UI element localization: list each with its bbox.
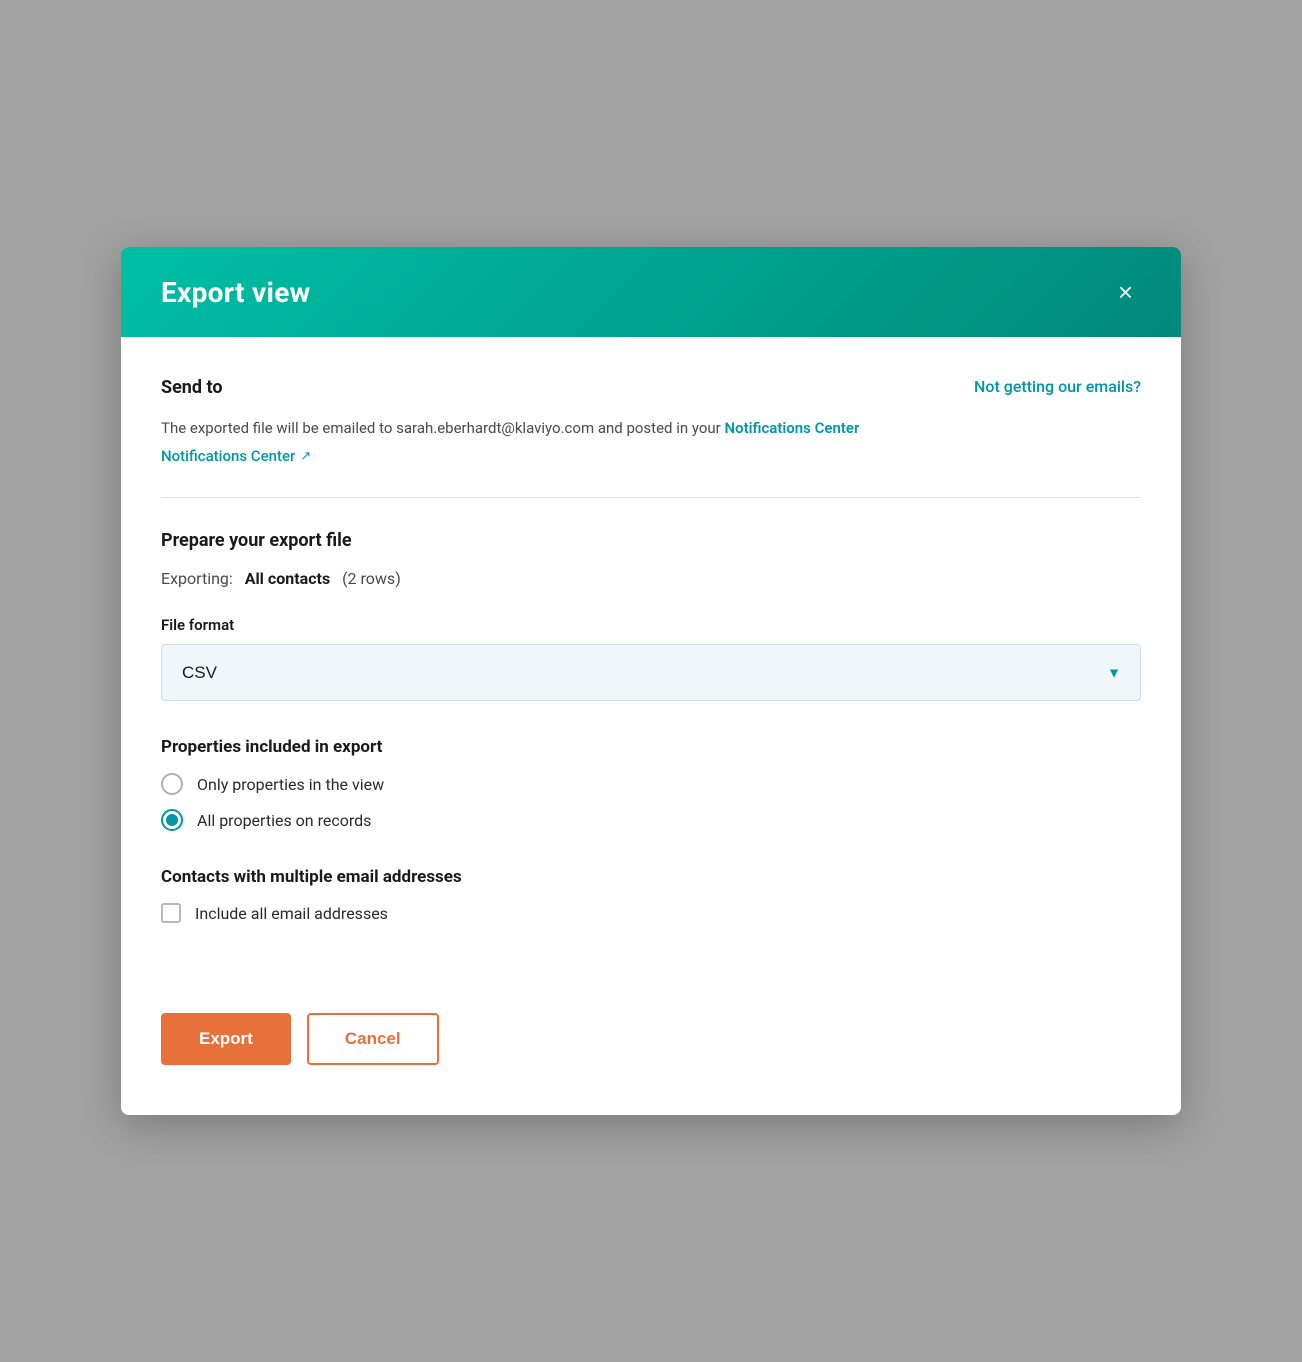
not-getting-emails-link[interactable]: Not getting our emails? [974,377,1141,396]
close-button[interactable]: × [1110,275,1141,309]
radio-group: Only properties in the view All properti… [161,773,1141,831]
email-description: The exported file will be emailed to sar… [161,416,1141,440]
radio-input-view-only[interactable] [161,773,183,795]
send-to-label: Send to [161,377,223,398]
notifications-center-link[interactable]: Notifications Center ↗ [161,447,311,465]
send-to-row: Send to Not getting our emails? [161,377,1141,398]
notifications-center-inline-link[interactable]: Notifications Center [724,419,859,437]
include-all-emails-checkbox[interactable] [161,903,181,923]
include-all-emails-checkbox-item[interactable]: Include all email addresses [161,903,1141,923]
description-text-before: The exported file will be emailed to sar… [161,419,724,437]
cancel-button[interactable]: Cancel [307,1013,439,1065]
multiple-email-label: Contacts with multiple email addresses [161,867,1141,887]
notifications-center-link-text: Notifications Center [161,447,295,465]
exporting-label: Exporting: [161,569,233,588]
export-button[interactable]: Export [161,1013,291,1065]
modal-body: Send to Not getting our emails? The expo… [121,337,1181,1013]
modal-title: Export view [161,276,311,309]
modal-footer: Export Cancel [121,1013,1181,1115]
file-format-select[interactable]: CSV Excel (XLSX) [161,644,1141,701]
radio-dot [166,814,178,826]
external-link-icon: ↗ [300,449,311,464]
radio-item-all-props[interactable]: All properties on records [161,809,1141,831]
modal-container: Export view × Send to Not getting our em… [121,247,1181,1115]
radio-input-all-props[interactable] [161,809,183,831]
include-all-emails-label: Include all email addresses [195,904,388,923]
section-divider [161,497,1141,498]
file-format-wrapper: CSV Excel (XLSX) ▼ [161,644,1141,701]
file-format-label: File format [161,616,1141,634]
radio-label-view-only: Only properties in the view [197,775,384,794]
properties-section-label: Properties included in export [161,737,1141,757]
exporting-suffix: (2 rows) [342,569,401,588]
radio-item-view-only[interactable]: Only properties in the view [161,773,1141,795]
prepare-export-title: Prepare your export file [161,530,1141,551]
properties-section: Properties included in export Only prope… [161,737,1141,831]
exporting-row: Exporting: All contacts (2 rows) [161,569,1141,588]
exporting-value: All contacts [245,569,330,588]
multiple-email-section: Contacts with multiple email addresses I… [161,867,1141,923]
radio-label-all-props: All properties on records [197,811,371,830]
modal-overlay: Export view × Send to Not getting our em… [0,0,1302,1362]
modal-header: Export view × [121,247,1181,337]
